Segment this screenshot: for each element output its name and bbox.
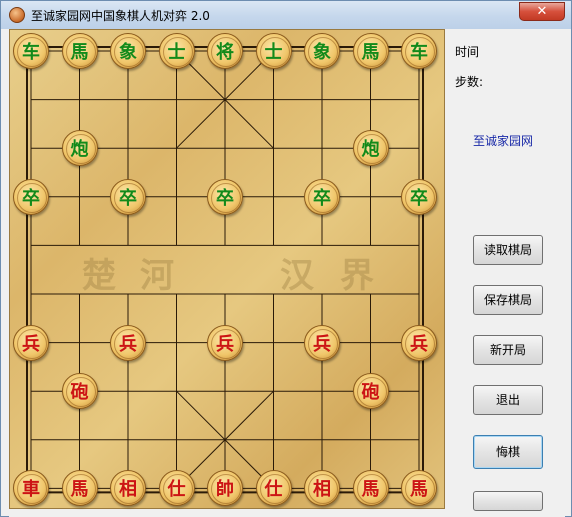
piece-label: 卒 bbox=[216, 187, 234, 209]
piece-label: 士 bbox=[264, 42, 283, 63]
chess-piece[interactable]: 仕 bbox=[255, 470, 292, 507]
chess-piece[interactable]: 馬 bbox=[352, 470, 389, 507]
piece-label: 兵 bbox=[216, 333, 234, 355]
chess-piece[interactable]: 兵 bbox=[13, 324, 49, 361]
piece-label: 砲 bbox=[70, 382, 89, 404]
client-area: 楚 河 汉 界 车馬象士将士象馬车炮炮卒卒卒卒卒兵兵兵兵兵砲砲車馬相仕帥仕相馬馬… bbox=[9, 29, 565, 517]
chess-piece[interactable]: 卒 bbox=[207, 178, 243, 215]
piece-label: 馬 bbox=[410, 479, 428, 501]
app-window: 至诚家园网中国象棋人机对弈 2.0 ✕ 楚 河 汉 界 车馬象士将士象馬车炮炮卒… bbox=[0, 0, 572, 517]
piece-label: 将 bbox=[216, 42, 234, 63]
piece-label: 車 bbox=[22, 479, 40, 501]
piece-label: 仕 bbox=[167, 479, 186, 501]
chess-piece[interactable]: 卒 bbox=[13, 178, 49, 215]
piece-label: 卒 bbox=[119, 187, 137, 209]
piece-label: 车 bbox=[410, 42, 428, 63]
close-button[interactable]: ✕ bbox=[519, 2, 565, 21]
app-icon bbox=[9, 7, 25, 23]
chess-piece[interactable]: 馬 bbox=[61, 33, 98, 69]
chess-piece[interactable]: 馬 bbox=[352, 33, 389, 69]
piece-label: 象 bbox=[119, 42, 137, 63]
river-text-he: 河 bbox=[140, 256, 174, 296]
piece-label: 炮 bbox=[361, 139, 380, 161]
exit-button[interactable]: 退出 bbox=[473, 385, 543, 415]
undo-button[interactable]: 悔棋 bbox=[473, 435, 543, 469]
title-bar[interactable]: 至诚家园网中国象棋人机对弈 2.0 ✕ bbox=[1, 1, 571, 29]
piece-label: 兵 bbox=[313, 333, 331, 355]
piece-label: 炮 bbox=[70, 139, 89, 161]
chess-piece[interactable]: 兵 bbox=[110, 324, 146, 361]
chess-piece[interactable]: 象 bbox=[110, 33, 146, 69]
piece-label: 卒 bbox=[410, 187, 428, 209]
piece-label: 相 bbox=[313, 479, 331, 501]
river-text-chu: 楚 bbox=[82, 256, 116, 296]
extra-button[interactable] bbox=[473, 491, 543, 511]
chess-piece[interactable]: 馬 bbox=[61, 470, 98, 507]
load-game-button[interactable]: 读取棋局 bbox=[473, 235, 543, 265]
chess-piece[interactable]: 兵 bbox=[401, 324, 437, 361]
chess-board[interactable]: 楚 河 汉 界 车馬象士将士象馬车炮炮卒卒卒卒卒兵兵兵兵兵砲砲車馬相仕帥仕相馬馬 bbox=[9, 29, 445, 509]
chess-piece[interactable]: 兵 bbox=[304, 324, 340, 361]
site-link[interactable]: 至诚家园网 bbox=[473, 132, 533, 149]
river-text-han: 汉 bbox=[280, 256, 314, 296]
chess-piece[interactable]: 卒 bbox=[110, 178, 146, 215]
piece-label: 馬 bbox=[70, 42, 89, 63]
steps-label: 步数: bbox=[455, 75, 484, 89]
chess-piece[interactable]: 车 bbox=[13, 33, 49, 69]
save-game-button[interactable]: 保存棋局 bbox=[473, 285, 543, 315]
piece-label: 馬 bbox=[361, 42, 380, 63]
piece-label: 卒 bbox=[313, 187, 331, 209]
piece-label: 馬 bbox=[70, 479, 89, 501]
piece-label: 兵 bbox=[410, 333, 428, 355]
chess-piece[interactable]: 将 bbox=[207, 33, 243, 69]
piece-label: 士 bbox=[167, 42, 186, 63]
chess-piece[interactable]: 炮 bbox=[61, 130, 98, 167]
side-panel: 时间 步数: 至诚家园网 读取棋局 保存棋局 新开局 退出 悔棋 bbox=[449, 29, 565, 517]
river-text-jie: 界 bbox=[340, 256, 374, 296]
piece-label: 象 bbox=[313, 42, 331, 63]
piece-label: 仕 bbox=[264, 479, 283, 501]
chess-piece[interactable]: 炮 bbox=[352, 130, 389, 167]
chess-piece[interactable]: 兵 bbox=[207, 324, 243, 361]
new-game-button[interactable]: 新开局 bbox=[473, 335, 543, 365]
piece-label: 馬 bbox=[361, 479, 380, 501]
piece-label: 砲 bbox=[361, 382, 380, 404]
chess-piece[interactable]: 仕 bbox=[158, 470, 195, 507]
piece-label: 帥 bbox=[216, 479, 234, 501]
piece-label: 车 bbox=[22, 42, 40, 63]
window-title: 至诚家园网中国象棋人机对弈 2.0 bbox=[31, 9, 210, 23]
piece-label: 相 bbox=[119, 479, 137, 501]
chess-piece[interactable]: 卒 bbox=[304, 178, 340, 215]
chess-piece[interactable]: 车 bbox=[401, 33, 437, 69]
chess-piece[interactable]: 卒 bbox=[401, 178, 437, 215]
piece-label: 卒 bbox=[22, 187, 40, 209]
piece-label: 兵 bbox=[22, 333, 40, 355]
piece-label: 兵 bbox=[119, 333, 137, 355]
board-grid bbox=[26, 46, 424, 494]
chess-piece[interactable]: 士 bbox=[255, 33, 292, 69]
chess-piece[interactable]: 士 bbox=[158, 33, 195, 69]
time-label: 时间 bbox=[455, 45, 480, 59]
chess-piece[interactable]: 砲 bbox=[352, 373, 389, 410]
chess-piece[interactable]: 象 bbox=[304, 33, 340, 69]
chess-piece[interactable]: 砲 bbox=[61, 373, 98, 410]
